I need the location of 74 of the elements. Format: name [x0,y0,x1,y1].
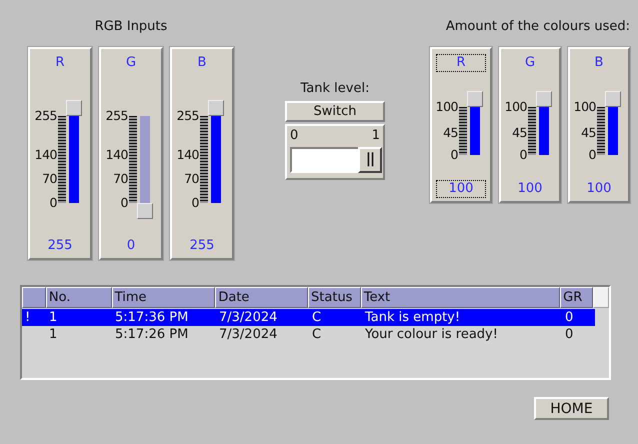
switch-button[interactable]: Switch [285,101,385,122]
group-title: RGB Inputs [94,18,168,36]
scale-label: 70 [184,173,199,186]
tick-marks [528,107,536,155]
table-cell-text: 1 [48,326,58,343]
column-header[interactable]: Text [360,287,560,308]
value-readout: 100 [516,181,544,197]
scale-label: 45 [512,127,527,140]
slider-thumb[interactable] [66,100,82,116]
column-header[interactable]: GR [560,287,594,308]
value-readout: 100 [437,181,485,197]
channel-label: R [54,55,66,71]
value-readout: 100 [586,181,612,197]
max-label: 1 [372,128,380,144]
scale-label: 100 [504,101,527,113]
tank-label: Tank level: [300,80,370,98]
value-readout: 0 [126,238,136,254]
scale-label: 70 [42,173,57,186]
tick-marks [597,107,605,155]
scale-label: 255 [34,110,57,122]
table-cell-text: Your colour is ready! [364,326,499,343]
scale-label: 0 [450,149,458,161]
table-cell-text: 5:17:26 PM [114,326,190,343]
slider-thumb[interactable] [536,91,552,107]
scale-label: 0 [50,197,57,209]
column-header[interactable]: Status [308,287,361,308]
column-header[interactable]: Date [215,287,308,308]
channel-label: G [124,55,138,71]
table-cell-text: 1 [48,309,58,326]
scale-label: 45 [581,127,596,140]
slider-track[interactable]: || [290,147,380,173]
slider-thumb[interactable] [208,100,224,116]
tick-marks [459,107,467,155]
table-cell-text: 7/3/2024 [218,326,278,343]
scale-label: 0 [520,149,527,161]
table-cell-text: C [311,309,322,326]
scale-label: 255 [176,110,199,122]
table-row[interactable]: 1 5:17:26 PM 7/3/2024 C Your colour is ready! 0 [22,326,595,343]
slider-thumb[interactable] [137,203,153,219]
channel-label: G [524,55,536,71]
column-header[interactable]: No. [46,287,112,308]
scale-label: 140 [34,149,57,162]
value-readout: 255 [188,238,216,254]
scale-label: 100 [436,101,458,113]
table-cell-text: Tank is empty! [364,309,462,326]
table-row[interactable]: ! 1 5:17:36 PM 7/3/2024 C Tank is empty! 0 [22,309,595,326]
scale-label: 0 [192,197,199,209]
group-title: Amount of the colours used: [446,18,630,36]
scale-label: 255 [106,110,128,122]
table-cell-text: 5:17:36 PM [114,309,190,326]
scale-label: 45 [443,127,458,140]
scale-label: 0 [588,149,596,161]
alarm-marker: ! [24,309,32,326]
home-button[interactable]: HOME [534,397,609,420]
slider-thumb[interactable] [605,91,621,107]
table-cell-text: 7/3/2024 [218,309,278,326]
slider-thumb[interactable]: || [358,147,382,173]
scale-label: 100 [574,101,596,113]
channel-label: B [196,55,208,71]
value-readout: 255 [46,238,74,254]
column-header [593,287,609,308]
slider-thumb[interactable] [467,91,483,107]
scale-label: 140 [176,149,199,162]
channel-label: R [437,55,485,71]
min-label: 0 [290,128,298,144]
table-cell-text: C [311,326,322,343]
scale-label: 70 [113,173,128,186]
column-header [22,287,46,308]
scale-label: 140 [106,149,128,162]
column-header[interactable]: Time [112,287,216,308]
scale-label: 0 [120,197,128,209]
channel-label: B [594,55,604,71]
table-cell-text: 0 [564,309,574,326]
table-cell-text: 0 [564,326,574,343]
